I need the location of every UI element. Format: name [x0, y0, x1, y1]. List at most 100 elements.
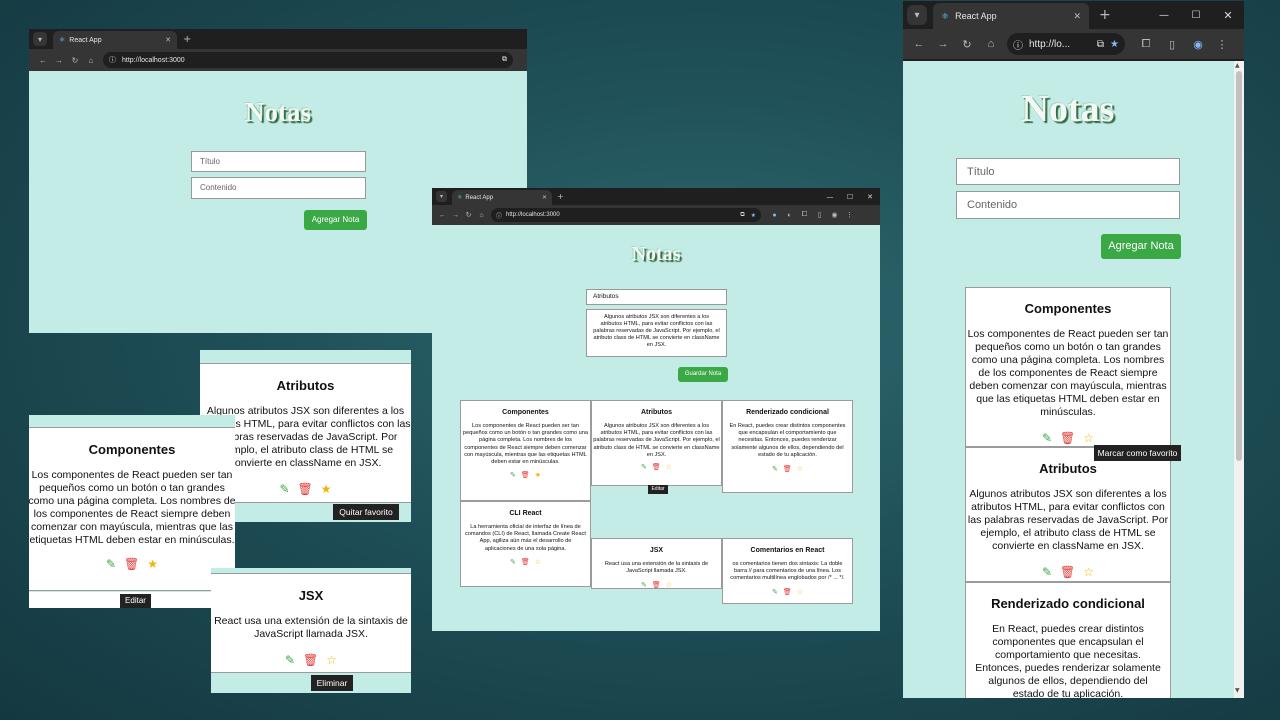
address-bar[interactable]: ⓘ http://localhost:3000 ⧉	[103, 52, 513, 68]
scroll-up-icon[interactable]: ▲	[1235, 62, 1240, 69]
profile-icon[interactable]: ◉	[827, 211, 842, 219]
new-tab-icon[interactable]: +	[183, 34, 191, 45]
menu-icon[interactable]: ⋮	[1211, 38, 1233, 51]
edit-icon[interactable]: ✎	[772, 588, 778, 596]
edit-icon[interactable]: ✎	[510, 471, 516, 479]
menu-icon[interactable]: ⋮	[842, 211, 857, 219]
trash-icon[interactable]: 🗑	[652, 581, 661, 589]
title-input[interactable]: Atributos	[586, 289, 727, 305]
tab-react-app[interactable]: ⚛ React App ✕	[452, 190, 552, 205]
star-icon[interactable]: ☆	[797, 588, 803, 596]
bookmark-star-icon[interactable]: ★	[1110, 39, 1119, 50]
edit-icon[interactable]: ✎	[641, 581, 647, 589]
trash-icon[interactable]: 🗑	[1060, 431, 1075, 445]
side-panel-icon[interactable]: ▯	[812, 211, 827, 219]
trash-icon[interactable]: 🗑	[783, 588, 792, 596]
trash-icon[interactable]: 🗑	[1060, 565, 1075, 579]
open-in-app-icon[interactable]: ⧉	[502, 56, 507, 64]
tab-search-icon[interactable]: ▾	[907, 5, 927, 25]
home-icon[interactable]: ⌂	[979, 38, 1003, 50]
maximize-icon[interactable]: ☐	[840, 193, 860, 201]
star-icon[interactable]: ☆	[666, 463, 672, 471]
edit-icon[interactable]: ✎	[1042, 431, 1052, 445]
edit-icon[interactable]: ✎	[106, 557, 116, 571]
minimize-icon[interactable]: —	[820, 193, 840, 201]
profile-icon[interactable]: ◉	[1185, 38, 1211, 51]
star-icon[interactable]: ☆	[326, 653, 337, 667]
bookmark-star-icon[interactable]: ★	[751, 212, 756, 219]
star-icon[interactable]: ★	[535, 471, 541, 479]
forward-icon[interactable]: →	[931, 38, 955, 50]
close-window-icon[interactable]: ✕	[1212, 9, 1244, 22]
trash-icon[interactable]: 🗑	[783, 465, 792, 473]
address-bar[interactable]: ⓘ http://localhost:3000 ⧉ ★	[491, 208, 761, 222]
open-in-app-icon[interactable]: ⧉	[1097, 39, 1104, 50]
add-note-button[interactable]: Agregar Nota	[304, 210, 367, 230]
content-textarea[interactable]: Contenido	[191, 177, 366, 199]
tab-react-app[interactable]: ⚛ React App ✕	[53, 31, 177, 49]
note-content: React usa una extensión de la sintaxis d…	[214, 615, 408, 640]
star-icon[interactable]: ☆	[1083, 431, 1094, 445]
site-info-icon[interactable]: ⓘ	[109, 55, 116, 65]
close-tab-icon[interactable]: ✕	[542, 194, 547, 201]
back-icon[interactable]: ←	[436, 212, 449, 219]
trash-icon[interactable]: 🗑	[521, 558, 530, 566]
edit-icon[interactable]: ✎	[772, 465, 778, 473]
content-textarea[interactable]: Contenido	[956, 191, 1180, 219]
title-input[interactable]: Título	[191, 151, 366, 172]
add-note-button[interactable]: Agregar Nota	[1101, 234, 1181, 259]
scrollbar-thumb[interactable]	[1236, 71, 1242, 461]
maximize-icon[interactable]: ☐	[1180, 10, 1212, 21]
forward-icon[interactable]: →	[449, 212, 462, 219]
edit-icon[interactable]: ✎	[510, 558, 516, 566]
close-tab-icon[interactable]: ✕	[165, 36, 171, 44]
page-title: Notas	[1021, 88, 1115, 130]
close-tab-icon[interactable]: ✕	[1073, 11, 1081, 22]
edit-icon[interactable]: ✎	[285, 653, 295, 667]
star-icon[interactable]: ☆	[535, 558, 541, 566]
open-in-app-icon[interactable]: ⧉	[740, 212, 744, 219]
star-icon[interactable]: ☆	[797, 465, 803, 473]
close-window-icon[interactable]: ✕	[860, 193, 880, 201]
trash-icon[interactable]: 🗑	[303, 653, 318, 667]
site-info-icon[interactable]: ⓘ	[496, 211, 502, 220]
content-textarea[interactable]: Algunos atributos JSX son diferentes a l…	[586, 309, 727, 357]
tab-react-app[interactable]: ⚛ React App ✕	[933, 3, 1089, 29]
forward-icon[interactable]: →	[51, 56, 67, 65]
reload-icon[interactable]: ↻	[67, 56, 83, 65]
new-tab-icon[interactable]: +	[1099, 7, 1111, 23]
extensions-puzzle-icon[interactable]: ⧠	[1133, 38, 1159, 51]
trash-icon[interactable]: 🗑	[298, 482, 313, 496]
extension-icon[interactable]: ●	[767, 212, 782, 219]
edit-icon[interactable]: ✎	[1042, 565, 1052, 579]
tab-search-icon[interactable]: ▾	[33, 32, 47, 46]
home-icon[interactable]: ⌂	[83, 56, 99, 65]
address-bar[interactable]: ⓘ http://lo... ⧉ ★	[1007, 33, 1125, 55]
back-icon[interactable]: ←	[907, 38, 931, 50]
reload-icon[interactable]: ↻	[462, 211, 475, 219]
site-info-icon[interactable]: ⓘ	[1013, 37, 1023, 52]
new-tab-icon[interactable]: +	[557, 192, 564, 201]
side-panel-icon[interactable]: ▯	[1159, 38, 1185, 51]
scroll-down-icon[interactable]: ▼	[1235, 687, 1240, 694]
home-icon[interactable]: ⌂	[475, 212, 488, 219]
star-icon[interactable]: ☆	[1083, 565, 1094, 579]
trash-icon[interactable]: 🗑	[652, 463, 661, 471]
minimize-icon[interactable]: —	[1148, 10, 1180, 21]
reload-icon[interactable]: ↻	[955, 38, 979, 51]
media-icon[interactable]: ◐	[782, 212, 797, 219]
edit-icon[interactable]: ✎	[641, 463, 647, 471]
extensions-puzzle-icon[interactable]: ⧠	[797, 211, 812, 219]
edit-icon[interactable]: ✎	[279, 482, 289, 496]
trash-icon[interactable]: 🗑	[124, 557, 139, 571]
star-icon[interactable]: ★	[321, 482, 332, 496]
tab-search-icon[interactable]: ▾	[436, 191, 447, 202]
star-icon[interactable]: ★	[147, 557, 158, 571]
scrollbar-track[interactable]: ▲ ▼	[1234, 61, 1244, 698]
back-icon[interactable]: ←	[35, 56, 51, 65]
note-content: Los componentes de React pueden ser tan …	[462, 423, 589, 466]
save-note-button[interactable]: Guardar Nota	[678, 367, 728, 382]
star-icon[interactable]: ☆	[666, 581, 672, 589]
title-input[interactable]: Título	[956, 158, 1180, 185]
trash-icon[interactable]: 🗑	[521, 471, 530, 479]
